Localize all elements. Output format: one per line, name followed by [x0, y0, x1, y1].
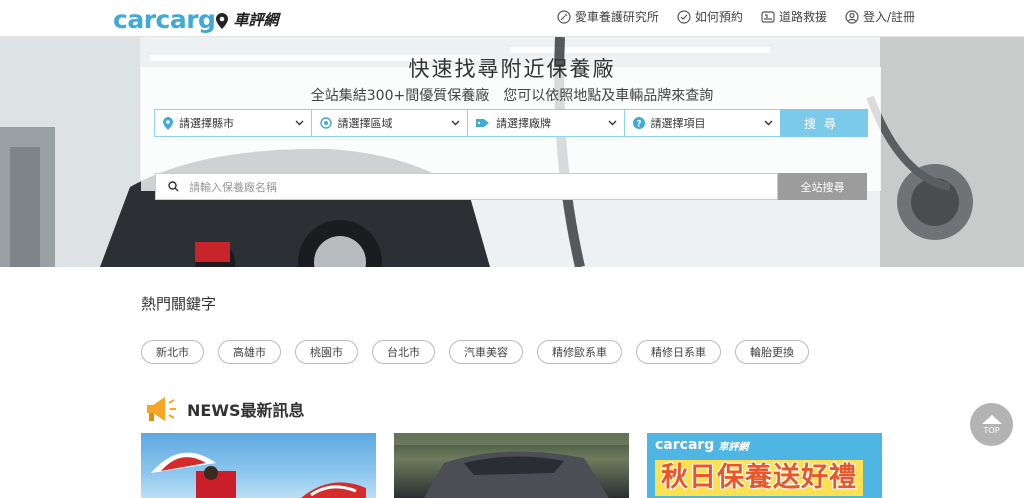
back-to-top-button[interactable]: TOP [970, 403, 1013, 446]
keyword-tag[interactable]: 輪胎更換 [735, 340, 809, 364]
nav-label: 登入/註冊 [862, 10, 915, 24]
keyword-tag[interactable]: 桃園市 [295, 340, 358, 364]
hot-keyword-tags: 新北市 高雄市 桃園市 台北市 汽車美容 精修歐系車 精修日系車 輪胎更換 [141, 340, 809, 364]
news-image-car [394, 433, 629, 498]
brand-select-label: 請選擇廠牌 [496, 117, 551, 130]
news-cards: carcarg 車評網 秋日保養送好禮 [141, 433, 882, 498]
keyword-tag[interactable]: 高雄市 [218, 340, 281, 364]
hot-keywords-title: 熱門關鍵字 [141, 295, 217, 313]
tow-truck-icon [761, 10, 775, 23]
keyword-tag[interactable]: 台北市 [372, 340, 435, 364]
news-card-1[interactable] [141, 433, 376, 498]
nav-road-rescue[interactable]: 道路救援 [761, 8, 827, 25]
search-button[interactable]: 搜尋 [780, 109, 868, 137]
chevron-down-icon [451, 120, 460, 126]
arrow-up-icon [981, 414, 1002, 424]
news-card-3-logo-text: carcarg [655, 437, 715, 453]
megaphone-icon [147, 397, 176, 421]
district-select-label: 請選擇區域 [337, 117, 393, 130]
svg-text:?: ? [636, 120, 641, 130]
nav-login[interactable]: 登入/註冊 [845, 8, 915, 25]
top-label: TOP [983, 425, 1000, 435]
target-icon [319, 117, 332, 129]
city-select-label: 請選擇縣市 [179, 117, 234, 130]
hero-subtitle: 全站集結300+間優質保養廠 您可以依照地點及車輛品牌來查詢 [310, 88, 714, 104]
news-card-3-banner: 秋日保養送好禮 [655, 460, 863, 496]
chevron-down-icon [764, 120, 773, 126]
chevron-down-icon [608, 120, 616, 126]
keyword-search-bar: 請輸入保養廠名稱 全站搜尋 [155, 173, 867, 200]
district-select[interactable]: 請選擇區域 [310, 109, 467, 137]
keyword-tag[interactable]: 精修日系車 [636, 340, 721, 364]
news-card-3-logo-cn: 車評網 [718, 441, 749, 453]
nav-research[interactable]: 愛車養護研究所 [557, 8, 659, 25]
logo-cn: 車評網 [233, 10, 279, 29]
site-header: carcarg 車評網 愛車養護研究所 如何預約 道路救援 登入/註冊 [0, 0, 1024, 37]
chevron-down-icon [295, 120, 303, 126]
news-image-umbrellas [151, 452, 366, 498]
news-card-2[interactable] [394, 433, 629, 498]
keyword-tag[interactable]: 新北市 [141, 340, 204, 364]
nav-label: 愛車養護研究所 [574, 10, 659, 24]
search-icon [168, 181, 179, 192]
news-card-3[interactable]: carcarg 車評網 秋日保養送好禮 [647, 433, 882, 498]
nav-how-to-book[interactable]: 如何預約 [677, 8, 743, 25]
tag-icon [476, 119, 489, 127]
site-search-button[interactable]: 全站搜尋 [778, 173, 867, 200]
question-circle-icon: ? [632, 117, 645, 130]
keyword-tag[interactable]: 精修歐系車 [537, 340, 622, 364]
nav-label: 道路救援 [778, 10, 827, 24]
service-select[interactable]: ? 請選擇項目 [623, 109, 780, 137]
hero-title: 快速找尋附近保養廠 [408, 57, 616, 81]
site-logo[interactable]: carcarg 車評網 [113, 4, 279, 34]
keyword-input[interactable]: 請輸入保養廠名稱 [155, 173, 778, 200]
wrench-icon [557, 9, 571, 24]
map-pin-icon [216, 13, 229, 29]
filter-bar: 請選擇縣市 請選擇區域 請選擇廠牌 ? 請選擇項目 搜尋 [154, 109, 868, 137]
user-icon [845, 9, 859, 24]
keyword-tag[interactable]: 汽車美容 [449, 340, 523, 364]
city-select[interactable]: 請選擇縣市 [154, 109, 311, 137]
check-circle-icon [677, 9, 691, 24]
logo-text: carcarg [113, 4, 216, 34]
news-heading: NEWS最新訊息 [143, 394, 305, 424]
news-title: NEWS最新訊息 [187, 401, 305, 420]
map-pin-icon [163, 116, 173, 130]
service-select-label: 請選擇項目 [650, 117, 706, 130]
keyword-placeholder: 請輸入保養廠名稱 [189, 180, 277, 194]
top-nav: 愛車養護研究所 如何預約 道路救援 登入/註冊 [557, 8, 915, 25]
news-card-3-logo: carcarg 車評網 [655, 437, 748, 453]
brand-select[interactable]: 請選擇廠牌 [467, 109, 624, 137]
nav-label: 如何預約 [694, 10, 743, 24]
